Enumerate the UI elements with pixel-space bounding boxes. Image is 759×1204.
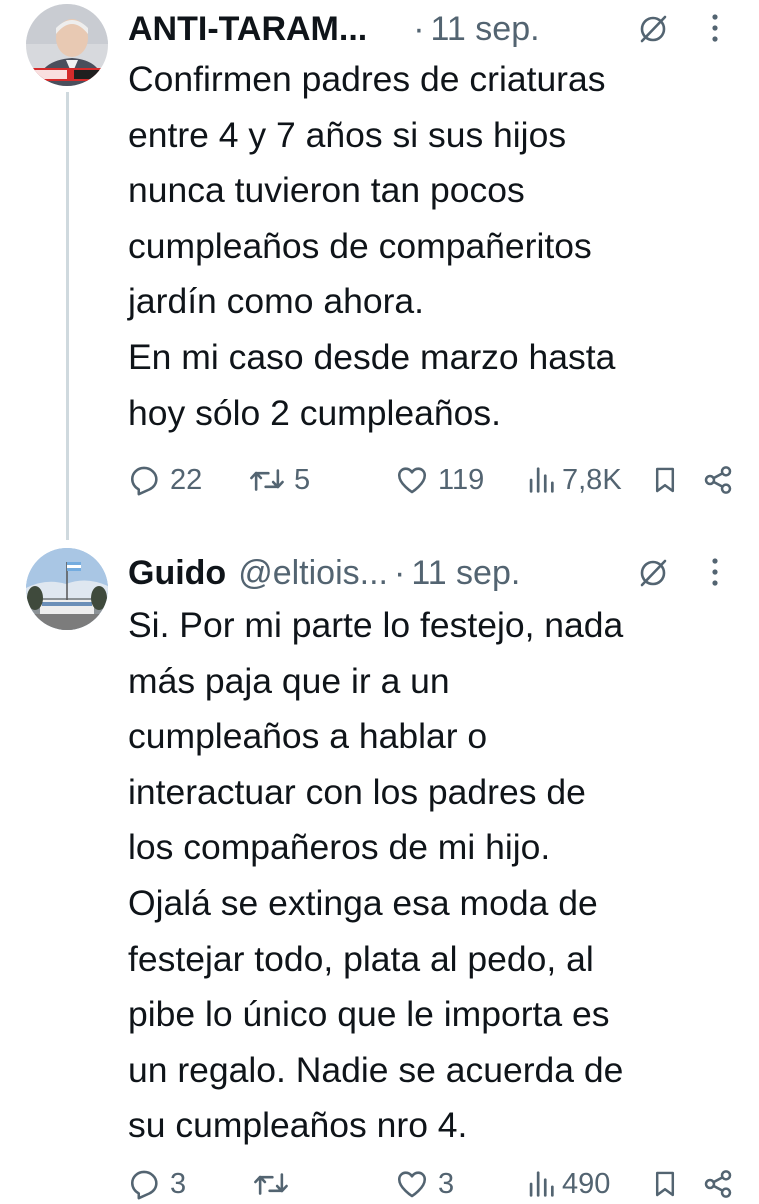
tweet-text: Confirmen padres de criaturas entre 4 y … — [128, 59, 616, 433]
views-button[interactable]: 490 — [526, 1164, 610, 1204]
like-count: 119 — [438, 463, 485, 496]
grok-icon[interactable] — [638, 14, 668, 44]
separator-dot: · — [393, 553, 406, 592]
views-icon — [529, 467, 554, 493]
retweet-count: 5 — [294, 463, 311, 496]
like-icon — [397, 1171, 427, 1198]
views-button[interactable]: 7,8K — [526, 460, 622, 500]
grok-icon[interactable] — [638, 558, 668, 588]
like-count: 3 — [438, 1167, 455, 1200]
more-icon[interactable] — [710, 557, 720, 587]
retweet-button[interactable] — [252, 1164, 298, 1204]
tweet-actions: 22 5 119 7,8K — [128, 460, 743, 500]
views-count: 490 — [562, 1167, 611, 1200]
retweet-button[interactable]: 5 — [248, 460, 310, 500]
bookmark-icon[interactable] — [652, 463, 678, 497]
tweet-1[interactable]: ANTI-TARAM... · 11 sep. Confirmen padres… — [0, 0, 759, 540]
bookmark-icon[interactable] — [652, 1167, 678, 1201]
reply-icon — [130, 1170, 158, 1200]
reply-button[interactable]: 22 — [128, 460, 202, 500]
tweet-actions: 3 3 490 — [128, 1164, 743, 1204]
more-icon[interactable] — [710, 13, 720, 43]
author-name[interactable]: Guido — [128, 554, 226, 593]
thread-line — [66, 92, 69, 540]
share-icon[interactable] — [702, 1167, 734, 1201]
reply-count: 3 — [170, 1167, 187, 1200]
avatar[interactable] — [26, 4, 108, 86]
avatar-image — [26, 548, 108, 630]
like-button[interactable]: 119 — [394, 460, 484, 500]
retweet-icon — [254, 1173, 288, 1195]
separator-dot: · — [413, 9, 425, 48]
reply-button[interactable]: 3 — [128, 1164, 186, 1204]
tweet-text: Si. Por mi parte lo festejo, nada más pa… — [128, 605, 624, 1146]
views-count: 7,8K — [562, 463, 622, 496]
avatar[interactable] — [26, 548, 108, 630]
timestamp[interactable]: 11 sep. — [431, 10, 540, 49]
tweet-2[interactable]: Guido @eltiois... · 11 sep. Si. Por mi p… — [0, 540, 759, 1200]
author-name[interactable]: ANTI-TARAM... — [128, 10, 367, 49]
like-button[interactable]: 3 — [394, 1164, 454, 1204]
reply-count: 22 — [170, 463, 203, 496]
avatar-image — [26, 4, 108, 86]
author-handle[interactable]: @eltiois... — [238, 554, 388, 593]
retweet-icon — [250, 469, 284, 491]
views-icon — [529, 1171, 554, 1197]
reply-icon — [130, 466, 158, 496]
like-icon — [397, 467, 427, 494]
share-icon[interactable] — [702, 463, 734, 497]
timestamp[interactable]: 11 sep. — [411, 554, 520, 593]
